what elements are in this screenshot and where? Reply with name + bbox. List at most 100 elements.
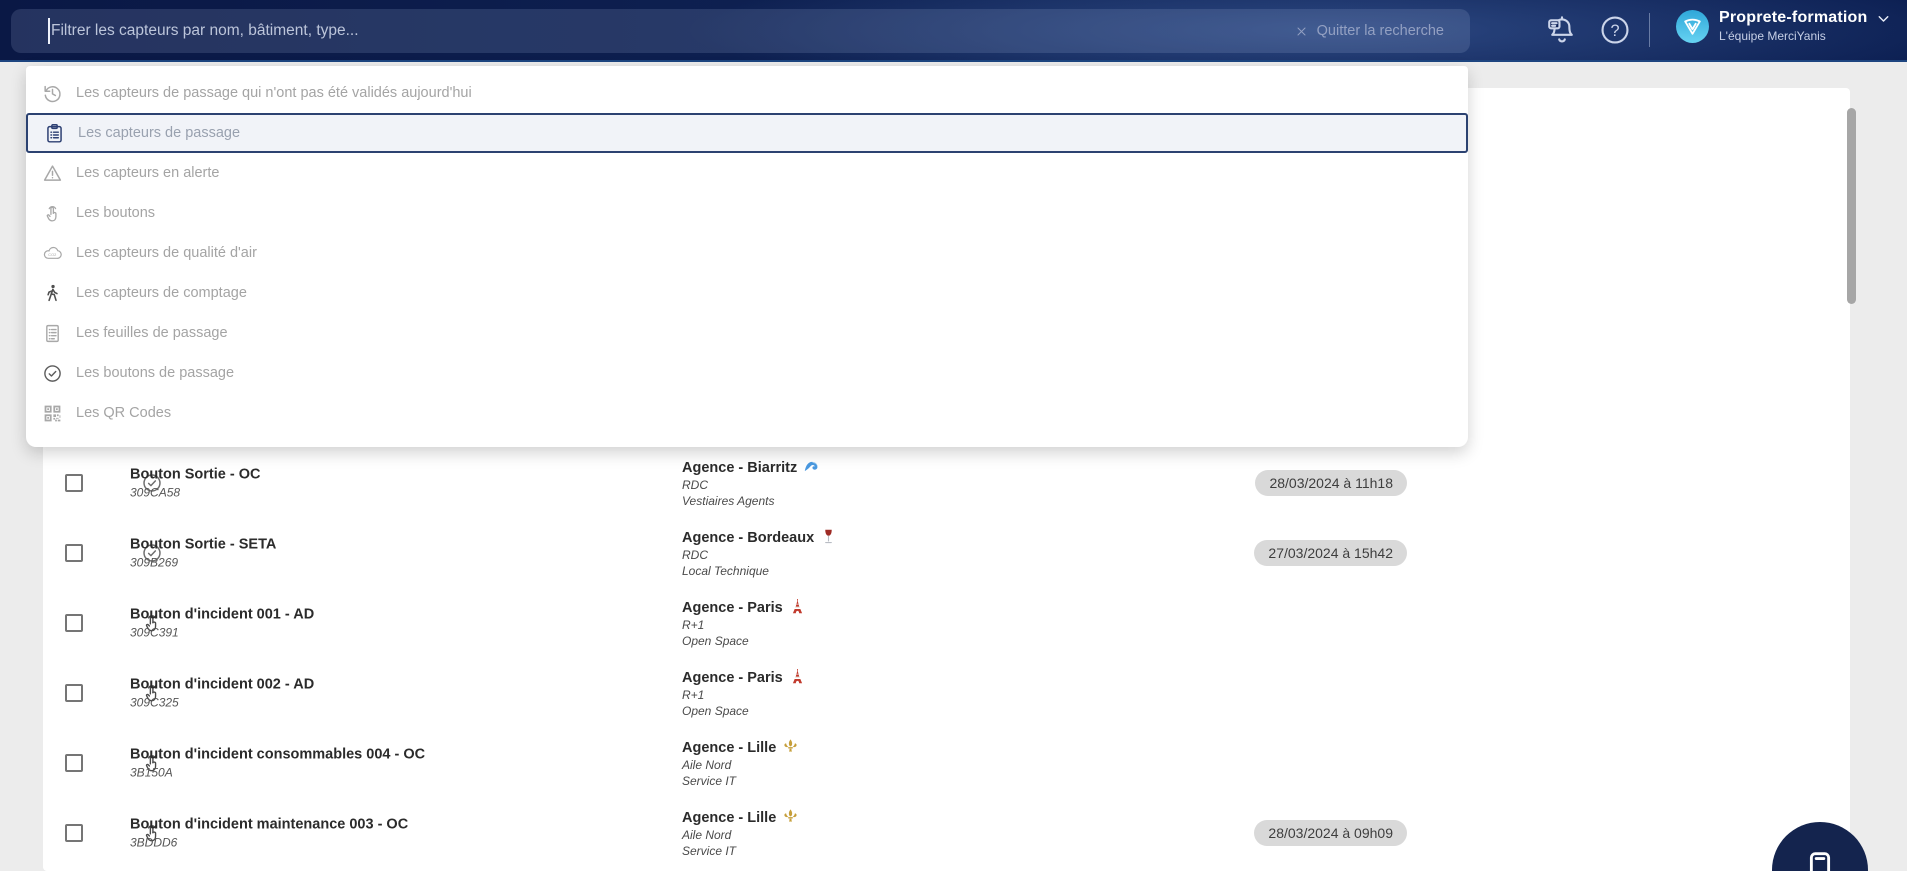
row-checkbox[interactable] <box>65 474 83 492</box>
site-floor: RDC <box>682 478 708 492</box>
alert-triangle-icon <box>42 163 63 184</box>
sensor-name: Bouton d'incident maintenance 003 - OC <box>130 816 409 833</box>
suggestion-item[interactable]: Les boutons <box>26 193 1468 233</box>
sensor-row[interactable]: Bouton d'incident maintenance 003 - OC 3… <box>43 798 1850 868</box>
sensor-id: 309B269 <box>130 555 179 570</box>
passage-sheet-icon <box>42 323 63 344</box>
app-screen: Quitter la recherche ? Proprete-formatio… <box>0 0 1907 871</box>
sensor-id: 309C325 <box>130 695 179 710</box>
topbar: Quitter la recherche ? Proprete-formatio… <box>0 0 1907 62</box>
last-seen-badge: 28/03/2024 à 09h09 <box>1254 820 1407 846</box>
account-team: L'équipe MerciYanis <box>1719 29 1826 43</box>
site-name: Agence - Paris <box>682 600 783 616</box>
fleur-de-lis-emoji-icon <box>782 738 799 755</box>
sensor-location: Agence - Bordeaux RDC Local Technique <box>682 528 837 578</box>
close-icon <box>1295 25 1308 38</box>
sensor-main: Bouton d'incident consommables 004 - OC … <box>130 747 425 780</box>
site-zone: Service IT <box>682 844 737 858</box>
merciyanis-shield-logo <box>1676 9 1709 43</box>
sensor-main: Bouton d'incident 002 - AD 309C325 <box>130 677 314 710</box>
site-zone: Vestiaires Agents <box>682 494 775 508</box>
site-zone: Open Space <box>682 704 749 718</box>
sensor-location: Agence - Biarritz RDC Vestiaires Agents <box>682 458 820 508</box>
quit-search-button[interactable]: Quitter la recherche <box>1295 23 1444 39</box>
sensor-name: Bouton Sortie - OC <box>130 466 261 483</box>
site-zone: Local Technique <box>682 564 769 578</box>
site-name: Agence - Biarritz <box>682 460 798 476</box>
row-checkbox[interactable] <box>65 754 83 772</box>
row-checkbox[interactable] <box>65 544 83 562</box>
sensor-main: Bouton Sortie - OC 309CA58 <box>130 467 261 500</box>
account-menu[interactable]: Proprete-formation L'équipe MerciYanis <box>1676 9 1892 43</box>
svg-text:CO2: CO2 <box>48 252 56 256</box>
svg-text:?: ? <box>1610 22 1619 40</box>
sensor-name: Bouton d'incident consommables 004 - OC <box>130 746 426 763</box>
history-icon <box>42 83 63 104</box>
walking-person-icon <box>42 283 63 304</box>
sensor-row[interactable]: Bouton Sortie - SETA 309B269 Agence - Bo… <box>43 518 1850 588</box>
topbar-divider <box>1649 13 1650 47</box>
quit-search-label: Quitter la recherche <box>1316 23 1444 39</box>
sensor-name: Bouton d'incident 001 - AD <box>130 606 315 623</box>
suggestion-item[interactable]: Les feuilles de passage <box>26 313 1468 353</box>
sensor-row[interactable]: Bouton Sortie - OC 309CA58 Agence - Biar… <box>43 448 1850 518</box>
sensor-row[interactable]: Bouton d'incident 001 - AD 309C391 Agenc… <box>43 588 1850 658</box>
site-name: Agence - Paris <box>682 670 783 686</box>
suggestion-item[interactable]: Les boutons de passage <box>26 353 1468 393</box>
sensor-row[interactable]: Bouton d'incident 002 - AD 309C325 Agenc… <box>43 658 1850 728</box>
sensor-location: Agence - Paris R+1 Open Space <box>682 598 806 648</box>
site-name: Agence - Lille <box>682 740 777 756</box>
sensor-main: Bouton d'incident 001 - AD 309C391 <box>130 607 314 640</box>
clipboard-icon <box>44 123 65 144</box>
site-floor: R+1 <box>682 688 705 702</box>
scrollbar-thumb[interactable] <box>1847 108 1856 304</box>
row-checkbox[interactable] <box>65 614 83 632</box>
suggestion-item[interactable]: Les capteurs en alerte <box>26 153 1468 193</box>
search-suggestions-dropdown: Les capteurs de passage qui n'ont pas ét… <box>26 66 1468 447</box>
suggestion-item[interactable]: Les capteurs de passage qui n'ont pas ét… <box>26 73 1468 113</box>
sensor-id: 3B150A <box>130 765 173 780</box>
sensor-location: Agence - Lille Aile Nord Service IT <box>682 808 799 858</box>
search-input[interactable] <box>11 9 1295 53</box>
suggestion-item[interactable]: Les capteurs de passage <box>26 113 1468 153</box>
tap-icon <box>42 203 63 224</box>
site-zone: Service IT <box>682 774 737 788</box>
account-text: Proprete-formation L'équipe MerciYanis <box>1719 9 1892 43</box>
tokyo-tower-emoji-icon <box>789 598 806 615</box>
sensor-list: Bouton Sortie - OC 309CA58 Agence - Biar… <box>43 448 1850 868</box>
site-floor: R+1 <box>682 618 705 632</box>
suggestion-item[interactable]: Les QR Codes <box>26 393 1468 433</box>
tokyo-tower-emoji-icon <box>789 668 806 685</box>
search-bar[interactable]: Quitter la recherche <box>11 9 1470 53</box>
account-name: Proprete-formation <box>1719 9 1868 26</box>
sensor-main: Bouton d'incident maintenance 003 - OC 3… <box>130 817 408 850</box>
sensor-id: 309C391 <box>130 625 179 640</box>
qr-code-icon <box>42 403 63 424</box>
sensor-id: 309CA58 <box>130 485 181 500</box>
suggestion-item[interactable]: Les capteurs de comptage <box>26 273 1468 313</box>
notifications-button[interactable] <box>1545 13 1579 47</box>
sensor-row[interactable]: Bouton d'incident consommables 004 - OC … <box>43 728 1850 798</box>
wine-glass-emoji-icon <box>820 528 837 545</box>
water-wave-emoji-icon <box>803 458 820 475</box>
last-seen-badge: 28/03/2024 à 11h18 <box>1255 470 1407 496</box>
sensor-location: Agence - Lille Aile Nord Service IT <box>682 738 799 788</box>
site-floor: Aile Nord <box>682 758 732 772</box>
help-button[interactable]: ? <box>1598 13 1632 47</box>
row-checkbox[interactable] <box>65 824 83 842</box>
site-floor: Aile Nord <box>682 828 732 842</box>
text-cursor <box>48 18 50 44</box>
chevron-down-icon <box>1875 10 1892 27</box>
row-checkbox[interactable] <box>65 684 83 702</box>
notification-bell-icon <box>1545 13 1579 47</box>
sensor-id: 3BDDD6 <box>130 835 178 850</box>
air-quality-icon: CO2 <box>42 243 63 264</box>
sensor-main: Bouton Sortie - SETA 309B269 <box>130 537 276 570</box>
sensor-name: Bouton d'incident 002 - AD <box>130 676 315 693</box>
sensor-name: Bouton Sortie - SETA <box>130 536 277 553</box>
check-circle-icon <box>42 363 63 384</box>
site-floor: RDC <box>682 548 708 562</box>
site-zone: Open Space <box>682 634 749 648</box>
suggestion-item[interactable]: CO2 Les capteurs de qualité d'air <box>26 233 1468 273</box>
last-seen-badge: 27/03/2024 à 15h42 <box>1254 540 1407 566</box>
